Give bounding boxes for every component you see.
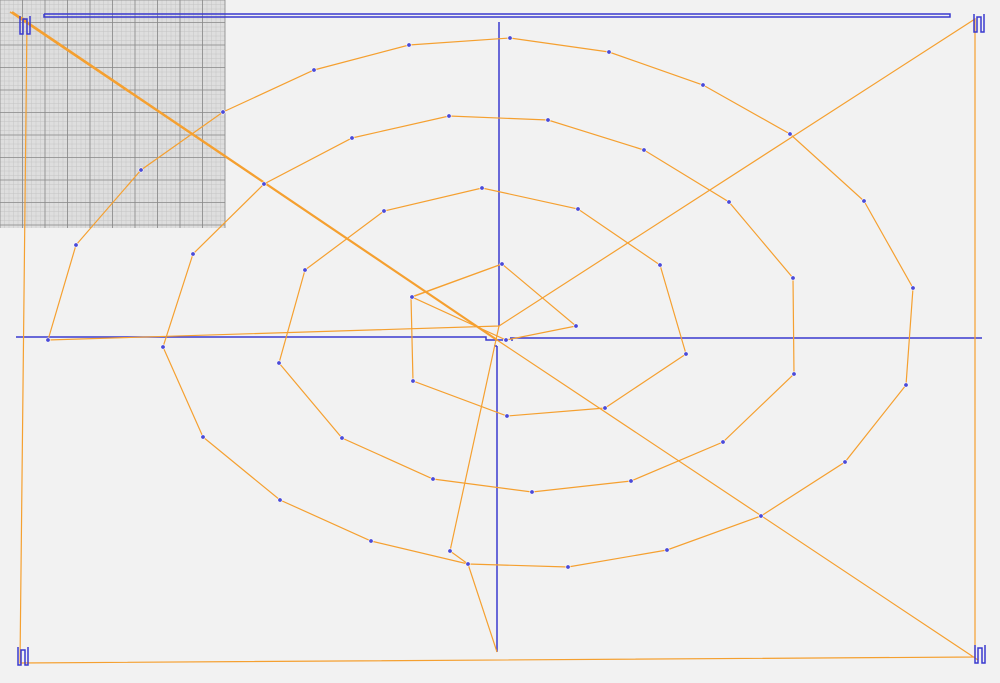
path-point bbox=[861, 198, 867, 204]
path-point bbox=[446, 113, 452, 119]
path-point bbox=[406, 42, 412, 48]
path-point bbox=[602, 405, 608, 411]
path-point bbox=[381, 208, 387, 214]
path-point bbox=[910, 285, 916, 291]
path-point bbox=[190, 251, 196, 257]
path-point bbox=[507, 35, 513, 41]
path-point bbox=[499, 261, 505, 267]
plot-canvas bbox=[0, 0, 1000, 683]
path-point bbox=[791, 371, 797, 377]
path-point bbox=[277, 497, 283, 503]
path-point bbox=[160, 344, 166, 350]
path-point bbox=[339, 435, 345, 441]
path-point bbox=[430, 476, 436, 482]
path-point bbox=[664, 547, 670, 553]
path-point bbox=[790, 275, 796, 281]
path-point bbox=[758, 513, 764, 519]
path-point bbox=[575, 206, 581, 212]
path-point bbox=[606, 49, 612, 55]
path-point bbox=[683, 351, 689, 357]
path-point bbox=[200, 434, 206, 440]
grid-panel bbox=[0, 0, 226, 228]
path-segment bbox=[449, 325, 500, 653]
path-point bbox=[220, 109, 226, 115]
path-point bbox=[657, 262, 663, 268]
path-point bbox=[504, 413, 510, 419]
path-point bbox=[565, 564, 571, 570]
path-point bbox=[409, 294, 415, 300]
path-point bbox=[545, 117, 551, 123]
path-point bbox=[45, 337, 51, 343]
path-point bbox=[529, 489, 535, 495]
path-point bbox=[903, 382, 909, 388]
path-point bbox=[700, 82, 706, 88]
path-point bbox=[641, 147, 647, 153]
path-point bbox=[302, 267, 308, 273]
path-point bbox=[503, 337, 509, 343]
path-point bbox=[842, 459, 848, 465]
path-point bbox=[73, 242, 79, 248]
path-point bbox=[261, 181, 267, 187]
path-point bbox=[720, 439, 726, 445]
path-point bbox=[276, 360, 282, 366]
toolpath-diagram bbox=[0, 0, 986, 666]
path-point bbox=[349, 135, 355, 141]
path-point bbox=[573, 323, 579, 329]
path-point bbox=[368, 538, 374, 544]
path-point bbox=[410, 378, 416, 384]
path-point bbox=[479, 185, 485, 191]
path-point bbox=[447, 548, 453, 554]
path-point bbox=[138, 167, 144, 173]
path-point bbox=[465, 561, 471, 567]
path-point bbox=[311, 67, 317, 73]
path-point bbox=[787, 131, 793, 137]
path-point bbox=[628, 478, 634, 484]
bracket-marker-icon bbox=[974, 645, 986, 664]
path-point bbox=[726, 199, 732, 205]
